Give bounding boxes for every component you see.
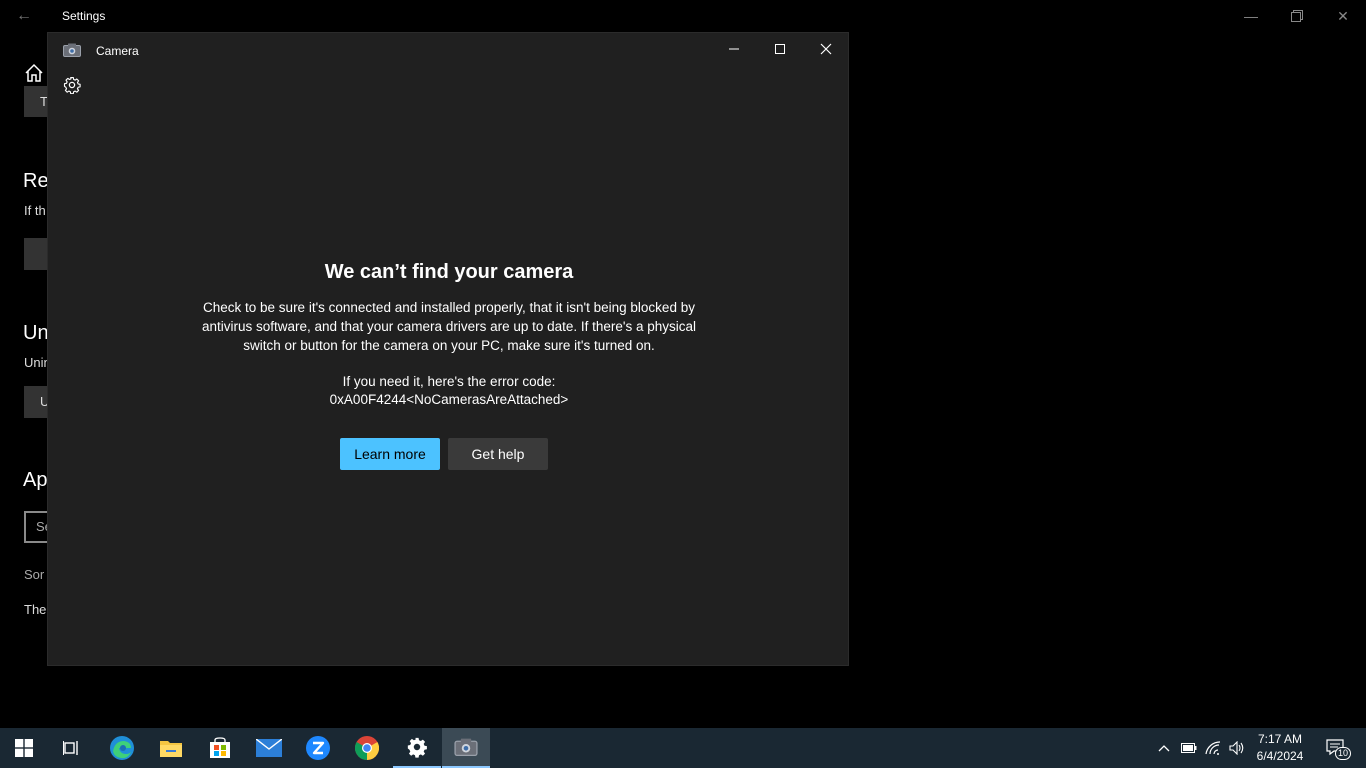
settings-minimize-button[interactable]: — (1228, 0, 1274, 32)
camera-taskbar-icon (454, 738, 478, 756)
notification-badge: 10 (1335, 747, 1352, 760)
clock-date: 6/4/2024 (1256, 749, 1304, 763)
store-icon (210, 737, 230, 758)
chrome-app[interactable] (343, 728, 391, 768)
error-heading: We can’t find your camera (324, 261, 574, 283)
zoom-app[interactable] (294, 728, 342, 768)
camera-minimize-button[interactable] (711, 33, 757, 65)
action-center-button[interactable]: 10 (1318, 728, 1354, 768)
maximize-icon (775, 44, 785, 54)
error-code: 0xA00F4244<NoCamerasAreAttached> (329, 392, 569, 407)
settings-gear-icon (407, 737, 427, 758)
settings-bottom-text: The (24, 602, 47, 617)
minimize-icon (729, 48, 739, 50)
task-view-icon (63, 741, 78, 755)
task-view-button[interactable] (48, 728, 96, 768)
edge-icon (110, 736, 134, 760)
error-content: We can’t find your camera Check to be su… (48, 261, 850, 470)
volume-button[interactable] (1226, 728, 1248, 768)
camera-window: Camera We can’t find your camera Check t… (47, 32, 849, 666)
camera-app[interactable] (442, 728, 490, 768)
home-icon[interactable] (24, 63, 44, 83)
start-button[interactable] (0, 728, 48, 768)
back-arrow-icon[interactable]: ← (14, 7, 34, 25)
camera-maximize-button[interactable] (757, 33, 803, 65)
wifi-icon (1205, 741, 1221, 755)
battery-icon (1181, 743, 1197, 753)
battery-button[interactable] (1178, 728, 1200, 768)
file-explorer-app[interactable] (147, 728, 195, 768)
settings-restore-button[interactable] (1274, 0, 1320, 32)
learn-more-button[interactable]: Learn more (340, 438, 440, 470)
camera-window-title: Camera (96, 44, 139, 58)
taskbar: 7:17 AM 6/4/2024 10 (0, 728, 1366, 768)
zoom-z-icon (306, 736, 330, 760)
get-help-button[interactable]: Get help (448, 438, 548, 470)
clock[interactable]: 7:17 AM 6/4/2024 (1252, 731, 1308, 765)
clock-time: 7:17 AM (1257, 732, 1303, 746)
edge-app[interactable] (98, 728, 146, 768)
network-button[interactable] (1202, 728, 1224, 768)
close-icon (820, 43, 832, 55)
speaker-icon (1229, 741, 1244, 755)
settings-titlebar: ← Settings — ✕ (0, 0, 1366, 32)
show-hidden-icons-button[interactable] (1154, 728, 1174, 768)
camera-app-icon (63, 43, 81, 57)
store-app[interactable] (196, 728, 244, 768)
chrome-icon (355, 736, 379, 760)
settings-title: Settings (62, 9, 106, 23)
settings-sort-label[interactable]: Sor (24, 567, 44, 582)
mail-icon (256, 739, 282, 757)
error-actions: Learn more Get help (340, 438, 548, 470)
mail-app[interactable] (245, 728, 293, 768)
error-code-intro: If you need it, here's the error code: (342, 374, 556, 389)
settings-app[interactable] (393, 728, 441, 768)
restore-icon (1291, 10, 1303, 22)
settings-text-reset: If th (24, 203, 46, 218)
windows-logo-icon (15, 739, 33, 757)
folder-icon (160, 741, 182, 757)
chevron-up-icon (1158, 745, 1170, 752)
settings-heading-uninstall: Un (23, 322, 49, 344)
error-description: Check to be sure it's connected and inst… (201, 300, 697, 353)
settings-heading-apps: Ap (23, 469, 48, 491)
gear-icon[interactable] (63, 76, 81, 94)
camera-close-button[interactable] (803, 33, 849, 65)
settings-close-button[interactable]: ✕ (1320, 0, 1366, 32)
